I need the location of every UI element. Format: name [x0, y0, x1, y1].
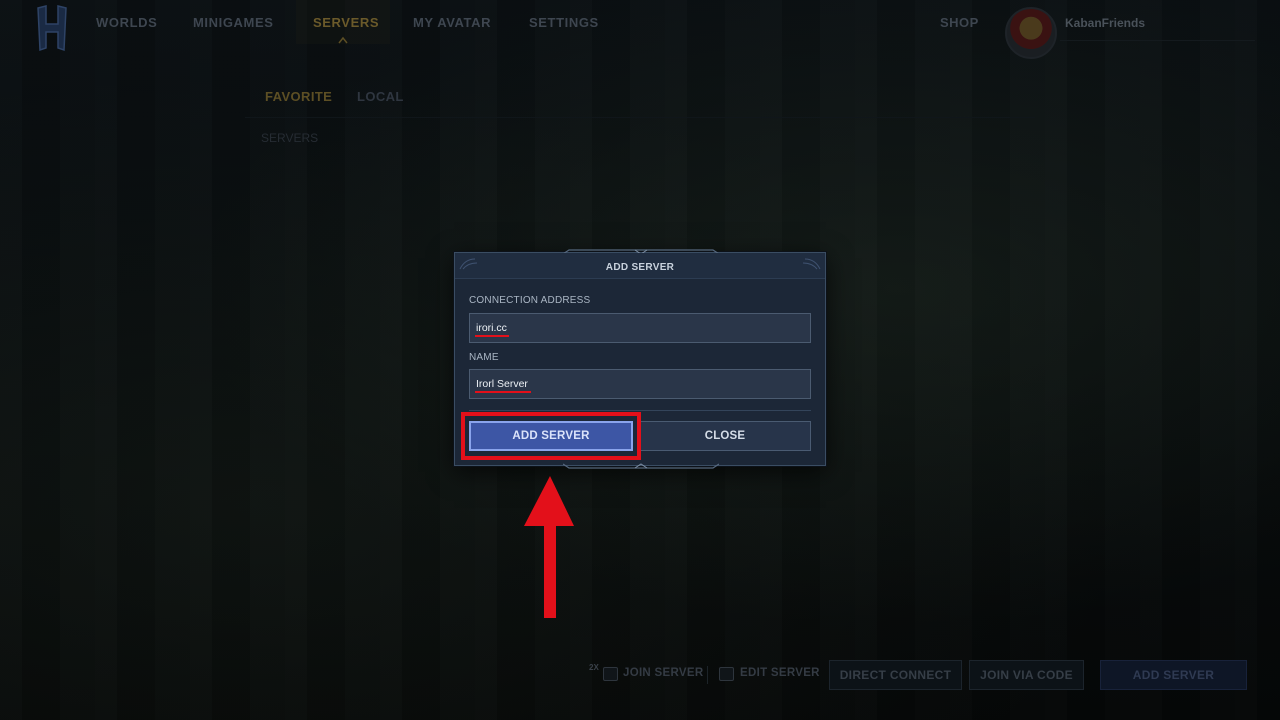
close-button[interactable]: CLOSE	[639, 421, 811, 451]
nav-servers[interactable]: SERVERS	[313, 15, 379, 30]
servers-section-label: SERVERS	[261, 131, 319, 145]
top-navigation: WORLDS MINIGAMES SERVERS MY AVATAR SETTI…	[0, 0, 1280, 59]
profile-divider	[1060, 40, 1255, 41]
toolbar-separator	[707, 666, 708, 684]
active-caret-icon	[338, 36, 348, 44]
join-server-hint[interactable]: JOIN SERVER	[623, 667, 703, 679]
mouse-icon	[719, 667, 734, 681]
connection-address-label: CONNECTION ADDRESS	[469, 295, 591, 306]
annotation-arrow-up-icon	[524, 476, 574, 618]
nav-worlds[interactable]: WORLDS	[96, 15, 157, 30]
annotation-underline	[475, 335, 509, 337]
tab-local[interactable]: LOCAL	[357, 89, 404, 104]
name-label: NAME	[469, 352, 499, 363]
username[interactable]: KabanFriends	[1065, 16, 1145, 30]
dialog-divider	[469, 410, 811, 411]
add-server-toolbar-button[interactable]: ADD SERVER	[1100, 660, 1247, 690]
hytale-logo-icon[interactable]	[34, 4, 70, 54]
connection-address-input[interactable]: irori.cc	[469, 313, 811, 343]
nav-shop[interactable]: SHOP	[940, 15, 979, 30]
connection-address-value: irori.cc	[476, 322, 507, 334]
tab-favorite[interactable]: FAVORITE	[265, 89, 332, 104]
annotation-highlight-box	[461, 412, 641, 460]
nav-my-avatar[interactable]: MY AVATAR	[413, 15, 491, 30]
server-name-value: Irorl Server	[476, 378, 528, 390]
direct-connect-button[interactable]: DIRECT CONNECT	[829, 660, 962, 690]
edit-server-hint[interactable]: EDIT SERVER	[740, 667, 820, 679]
server-name-input[interactable]: Irorl Server	[469, 369, 811, 399]
join-shortcut-multiplier: 2X	[589, 663, 599, 672]
join-via-code-button[interactable]: JOIN VIA CODE	[969, 660, 1084, 690]
annotation-underline	[475, 391, 531, 393]
avatar[interactable]	[1005, 7, 1057, 59]
mouse-icon	[603, 667, 618, 681]
nav-minigames[interactable]: MINIGAMES	[193, 15, 274, 30]
dialog-bottom-ornament	[563, 463, 719, 469]
tabs-divider	[245, 117, 1035, 118]
nav-settings[interactable]: SETTINGS	[529, 15, 599, 30]
dialog-title: ADD SERVER	[605, 262, 675, 273]
dialog-header: ADD SERVER	[455, 253, 825, 279]
